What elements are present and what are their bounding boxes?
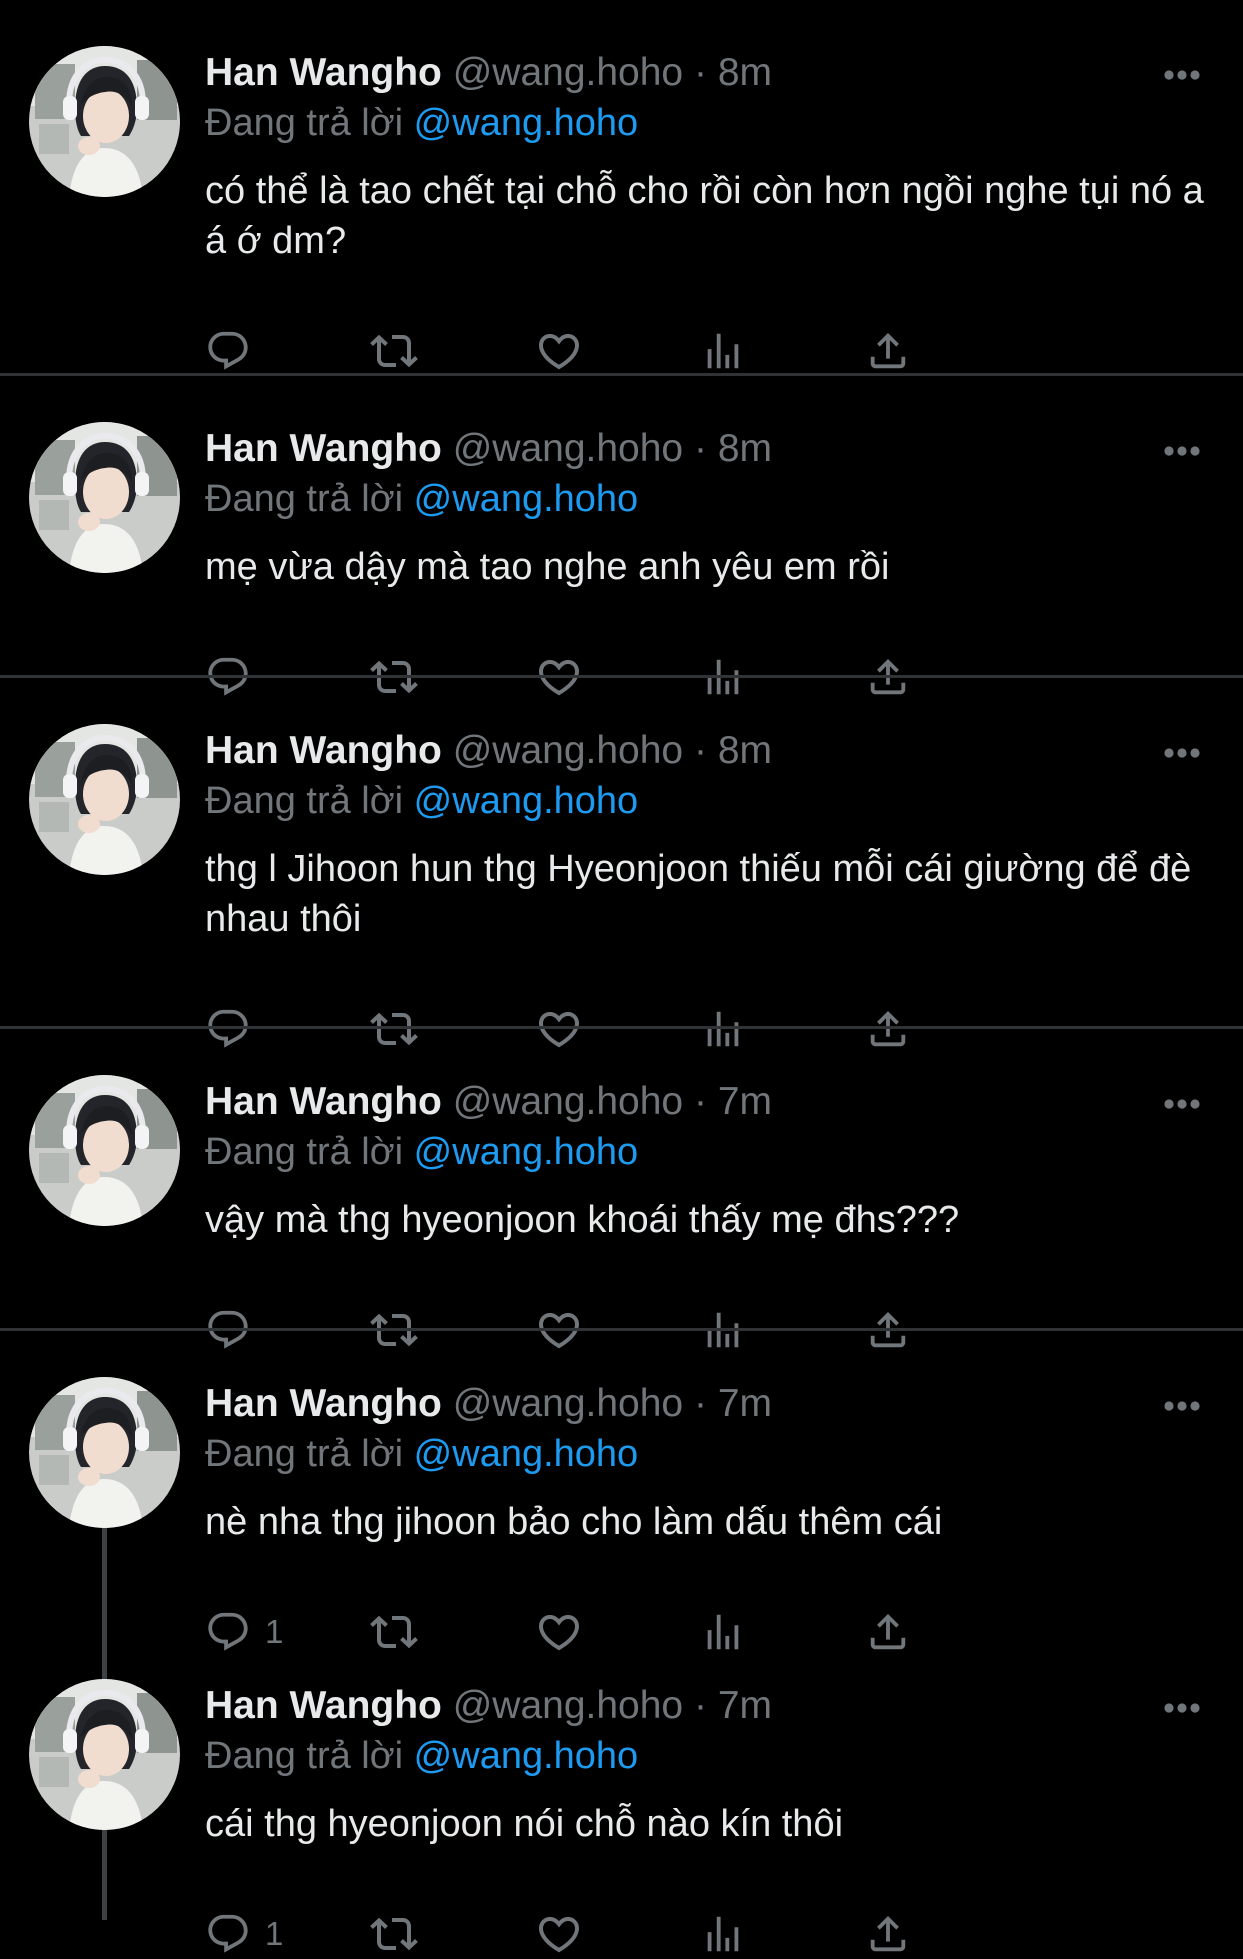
tweet-header: Han Wangho @wang.hoho · 7m (205, 1681, 772, 1731)
author-handle[interactable]: @wang.hoho (453, 1382, 683, 1425)
more-icon[interactable] (1163, 68, 1201, 80)
separator-dot: · (693, 427, 707, 470)
reply-prefix: Đang trả lời (205, 102, 404, 144)
share-button[interactable] (865, 326, 911, 376)
views-button[interactable] (700, 326, 746, 376)
separator-dot: · (693, 1684, 707, 1727)
author-handle[interactable]: @wang.hoho (453, 51, 683, 94)
separator-dot: · (693, 729, 707, 772)
reply-prefix: Đang trả lời (205, 780, 404, 822)
tweet-time[interactable]: 8m (718, 729, 772, 772)
share-icon (870, 1915, 906, 1952)
more-icon[interactable] (1163, 444, 1201, 456)
like-button[interactable] (535, 1909, 583, 1959)
reply-prefix: Đang trả lời (205, 1433, 404, 1475)
reply-to-handle[interactable]: @wang.hoho (414, 102, 639, 144)
tweet-header: Han Wangho @wang.hoho · 7m (205, 1379, 772, 1429)
reply-button[interactable] (205, 326, 265, 376)
like-icon (538, 1917, 580, 1953)
share-button[interactable] (865, 1909, 911, 1959)
like-icon (538, 334, 580, 370)
tweet-header: Han Wangho @wang.hoho · 8m (205, 424, 772, 474)
author-handle[interactable]: @wang.hoho (453, 1080, 683, 1123)
reply-count: 1 (265, 1915, 284, 1952)
more-icon[interactable] (1163, 1399, 1201, 1411)
tweet[interactable]: Han Wangho @wang.hoho · 7m Đang trả lời … (0, 1331, 1243, 1651)
reply-prefix: Đang trả lời (205, 1735, 404, 1777)
thread-line (102, 1528, 107, 1633)
reply-to-handle[interactable]: @wang.hoho (414, 478, 639, 520)
reply-to-handle[interactable]: @wang.hoho (414, 780, 639, 822)
tweet-text: thg l Jihoon hun thg Hyeonjoon thiếu mỗi… (205, 848, 1192, 940)
avatar[interactable] (29, 724, 180, 875)
tweet-text: vậy mà thg hyeonjoon khoái thấy mẹ đhs??… (205, 1199, 960, 1241)
more-icon[interactable] (1163, 1701, 1201, 1713)
views-icon (707, 1916, 739, 1952)
author-name[interactable]: Han Wangho (205, 1080, 442, 1123)
replying-to: Đang trả lời @wang.hoho (205, 1731, 638, 1781)
retweet-button[interactable] (370, 326, 418, 376)
reply-icon (208, 1914, 248, 1953)
avatar[interactable] (29, 46, 180, 197)
tweet[interactable]: Han Wangho @wang.hoho · 8m Đang trả lời … (0, 376, 1243, 696)
views-button[interactable] (700, 1909, 746, 1959)
replying-to: Đang trả lời @wang.hoho (205, 1429, 638, 1479)
retweet-button[interactable] (370, 1909, 418, 1959)
tweet[interactable]: Han Wangho @wang.hoho · 8m Đang trả lời … (0, 678, 1243, 1048)
tweet-time[interactable]: 7m (718, 1382, 772, 1425)
separator-dot: · (693, 51, 707, 94)
reply-icon (208, 331, 248, 370)
tweet-text: có thể là tao chết tại chỗ cho rồi còn h… (205, 170, 1204, 262)
replying-to: Đang trả lời @wang.hoho (205, 776, 638, 826)
avatar[interactable] (29, 1075, 180, 1226)
tweet-time[interactable]: 8m (718, 51, 772, 94)
reply-prefix: Đang trả lời (205, 478, 404, 520)
tweet-text: nè nha thg jihoon bảo cho làm dấu thêm c… (205, 1501, 943, 1543)
separator-dot: · (693, 1080, 707, 1123)
retweet-icon (370, 334, 418, 368)
author-name[interactable]: Han Wangho (205, 1684, 442, 1727)
tweet-actions (205, 326, 1105, 376)
author-name[interactable]: Han Wangho (205, 1382, 442, 1425)
views-icon (707, 333, 739, 369)
more-icon[interactable] (1163, 1097, 1201, 1109)
tweet[interactable]: Han Wangho @wang.hoho · 7m Đang trả lời … (0, 1029, 1243, 1349)
author-name[interactable]: Han Wangho (205, 729, 442, 772)
more-icon[interactable] (1163, 746, 1201, 758)
replying-to: Đang trả lời @wang.hoho (205, 474, 638, 524)
author-handle[interactable]: @wang.hoho (453, 729, 683, 772)
reply-to-handle[interactable]: @wang.hoho (414, 1735, 639, 1777)
reply-button[interactable]: 1 (205, 1909, 283, 1959)
reply-to-handle[interactable]: @wang.hoho (414, 1131, 639, 1173)
reply-to-handle[interactable]: @wang.hoho (414, 1433, 639, 1475)
tweet-actions: 1 (205, 1909, 1105, 1959)
replying-to: Đang trả lời @wang.hoho (205, 98, 638, 148)
avatar[interactable] (29, 1679, 180, 1830)
tweet-header: Han Wangho @wang.hoho · 7m (205, 1077, 772, 1127)
avatar[interactable] (29, 422, 180, 573)
tweet-header: Han Wangho @wang.hoho · 8m (205, 48, 772, 98)
tweet[interactable]: Han Wangho @wang.hoho · 8m Đang trả lời … (0, 0, 1243, 376)
reply-prefix: Đang trả lời (205, 1131, 404, 1173)
like-button[interactable] (535, 326, 583, 376)
tweet-text: cái thg hyeonjoon nói chỗ nào kín thôi (205, 1803, 844, 1845)
tweet-time[interactable]: 7m (718, 1080, 772, 1123)
tweet-time[interactable]: 7m (718, 1684, 772, 1727)
tweet-text: mẹ vừa dậy mà tao nghe anh yêu em rồi (205, 546, 890, 588)
replying-to: Đang trả lời @wang.hoho (205, 1127, 638, 1177)
tweet[interactable]: Han Wangho @wang.hoho · 7m Đang trả lời … (0, 1633, 1243, 1953)
share-icon (870, 332, 906, 369)
retweet-icon (370, 1917, 418, 1951)
author-name[interactable]: Han Wangho (205, 51, 442, 94)
tweet-header: Han Wangho @wang.hoho · 8m (205, 726, 772, 776)
avatar[interactable] (29, 1377, 180, 1528)
separator-dot: · (693, 1382, 707, 1425)
author-name[interactable]: Han Wangho (205, 427, 442, 470)
tweet-time[interactable]: 8m (718, 427, 772, 470)
author-handle[interactable]: @wang.hoho (453, 427, 683, 470)
author-handle[interactable]: @wang.hoho (453, 1684, 683, 1727)
